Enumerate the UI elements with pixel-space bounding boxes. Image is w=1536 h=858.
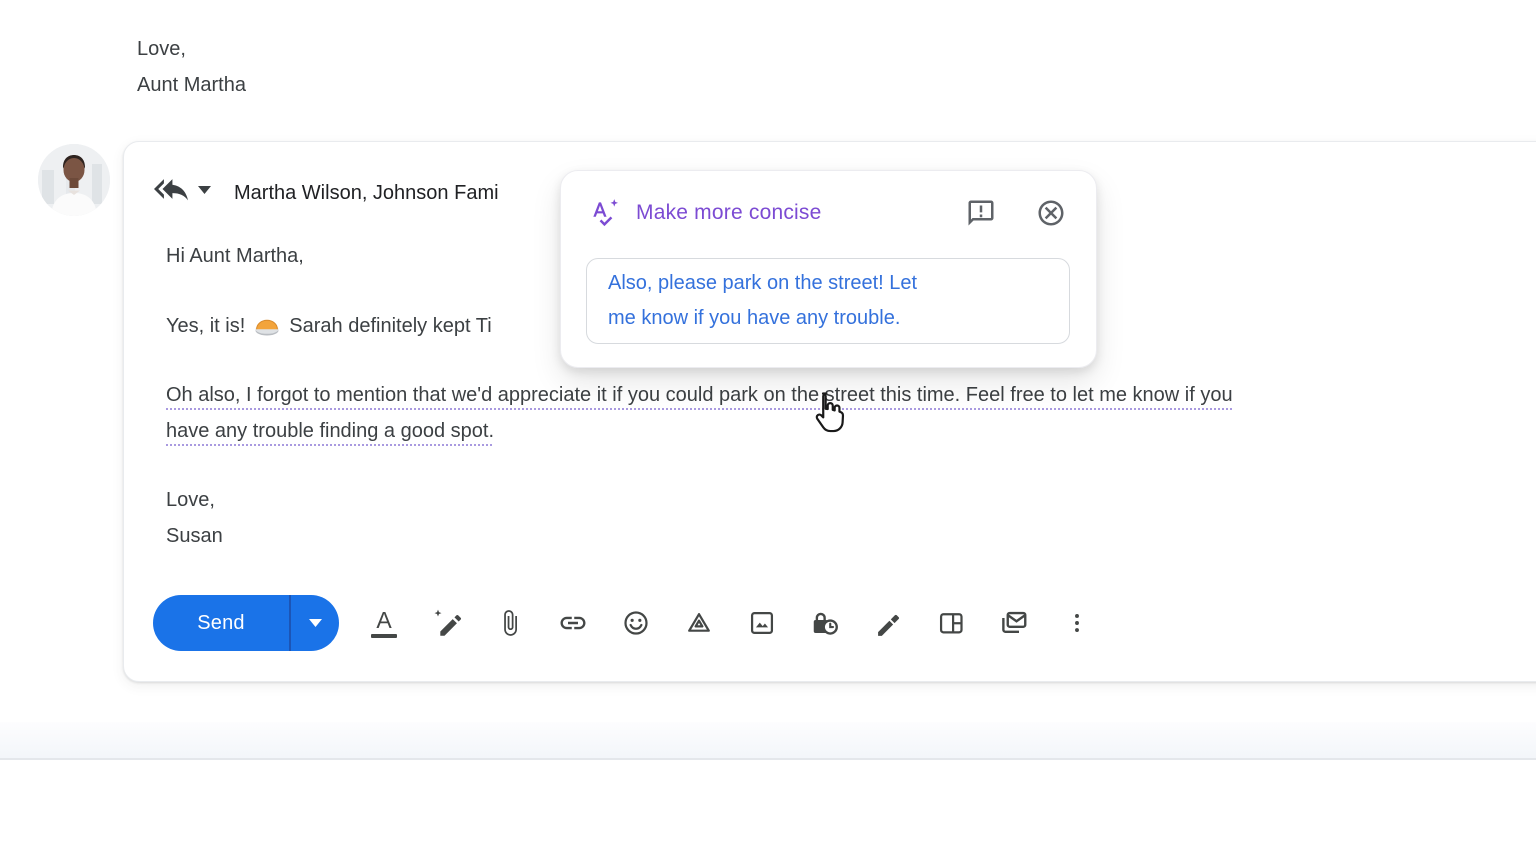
send-options-caret-icon bbox=[308, 619, 322, 627]
prev-signature-line: Love, bbox=[137, 38, 186, 60]
close-icon[interactable] bbox=[1036, 198, 1066, 228]
body-pie-line: Yes, it is! Sarah definitely kept Ti bbox=[166, 308, 492, 344]
reply-type-caret-icon[interactable] bbox=[198, 186, 211, 194]
sender-avatar bbox=[38, 144, 110, 216]
ai-action-title: Make more concise bbox=[636, 201, 822, 224]
insert-signature-pen-icon[interactable] bbox=[872, 607, 904, 639]
page-background-band bbox=[0, 722, 1536, 758]
compose-toolbar: A bbox=[368, 607, 1093, 639]
attach-file-icon[interactable] bbox=[494, 607, 526, 639]
layouts-icon[interactable] bbox=[935, 607, 967, 639]
signature-line: Love, bbox=[166, 489, 215, 511]
signature-line: Susan bbox=[166, 525, 223, 547]
ai-suggestion-text: Also, please park on the street! Let me … bbox=[608, 266, 990, 336]
prev-signature-line: Aunt Martha bbox=[137, 74, 246, 96]
insert-photo-icon[interactable] bbox=[746, 607, 778, 639]
recipients-label[interactable]: Martha Wilson, Johnson Fami bbox=[234, 175, 499, 211]
highlighted-line: have any trouble finding a good spot. bbox=[166, 420, 495, 442]
pie-line-after: Sarah definitely kept Ti bbox=[289, 315, 492, 337]
formatting-underline-bar bbox=[371, 633, 397, 638]
pie-emoji-icon bbox=[245, 315, 289, 337]
formatting-letter: A bbox=[376, 606, 392, 633]
pie-line-before: Yes, it is! bbox=[166, 315, 246, 337]
insert-emoji-icon[interactable] bbox=[620, 607, 652, 639]
send-split-button: Send bbox=[153, 595, 339, 651]
ai-refine-popup: Make more concise Also, please park on t… bbox=[560, 170, 1097, 368]
send-button[interactable]: Send bbox=[153, 595, 289, 651]
suggestion-line: Also, please park on the street! Let bbox=[608, 272, 918, 294]
page-divider-line bbox=[0, 758, 1536, 760]
google-drive-icon[interactable] bbox=[683, 607, 715, 639]
body-signature: Love, Susan bbox=[166, 482, 223, 554]
ai-highlighted-paragraph: Oh also, I forgot to mention that we'd a… bbox=[166, 377, 1233, 449]
body-greeting: Hi Aunt Martha, bbox=[166, 245, 304, 267]
hand-cursor-icon bbox=[810, 390, 846, 434]
formatting-options-icon[interactable]: A bbox=[368, 607, 400, 639]
ai-popup-header: Make more concise bbox=[591, 196, 1066, 230]
confidential-mode-icon[interactable] bbox=[809, 607, 841, 639]
more-options-icon[interactable] bbox=[1061, 607, 1093, 639]
ai-suggestion-card[interactable]: Also, please park on the street! Let me … bbox=[586, 258, 1070, 344]
send-options-button[interactable] bbox=[291, 595, 339, 651]
previous-email-signature: Love, Aunt Martha bbox=[137, 31, 246, 103]
suggestion-line: me know if you have any trouble. bbox=[608, 307, 901, 329]
feedback-icon[interactable] bbox=[966, 198, 996, 228]
pen-spark-a-icon bbox=[593, 199, 618, 227]
reply-all-icon[interactable] bbox=[154, 172, 188, 206]
insert-link-icon[interactable] bbox=[557, 607, 589, 639]
avatar-image bbox=[38, 144, 110, 216]
help-me-write-pen-spark-icon[interactable] bbox=[431, 607, 463, 639]
multi-send-icon[interactable] bbox=[998, 607, 1030, 639]
highlighted-line: Oh also, I forgot to mention that we'd a… bbox=[166, 384, 1233, 406]
